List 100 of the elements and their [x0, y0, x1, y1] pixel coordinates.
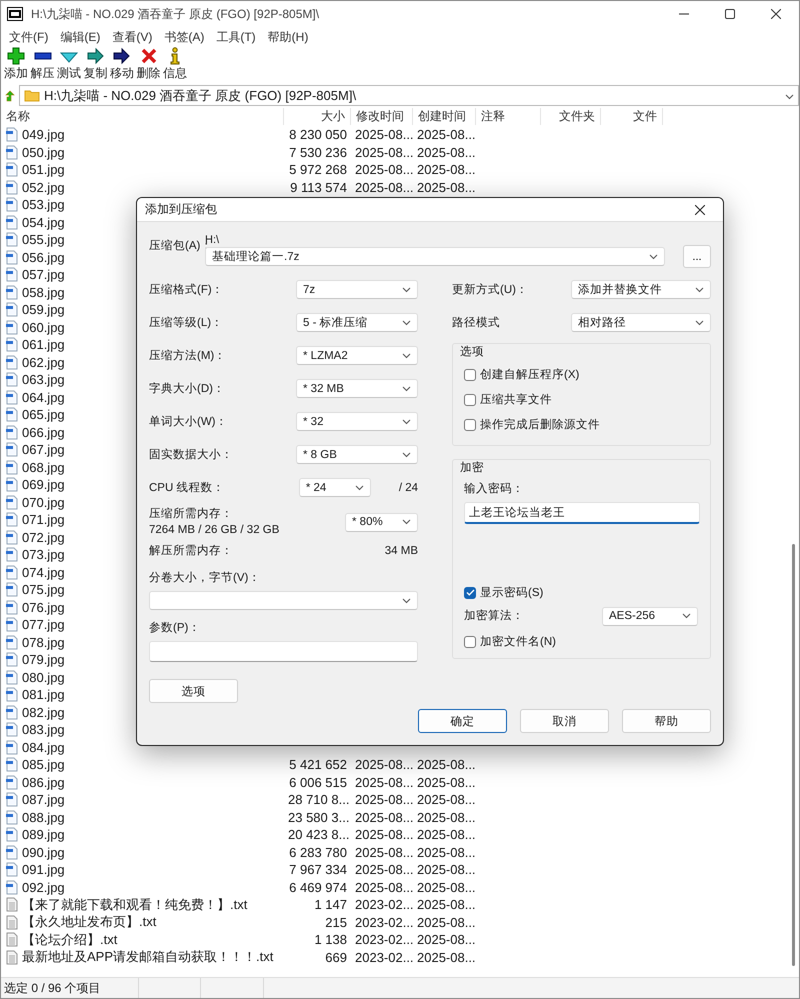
checkbox[interactable] [464, 418, 476, 430]
modified-time: 2025-08... [355, 774, 414, 790]
field-label: 字典大小(D)： [149, 381, 225, 396]
file-name: 092.jpg [22, 880, 65, 895]
checkbox-label: 显示密码(S) [480, 585, 544, 600]
created-time: 2025-08... [417, 880, 476, 895]
image-file-icon [5, 774, 19, 790]
toolbar-button[interactable]: 信息 [162, 47, 188, 82]
dropdown[interactable]: AES-256 [602, 606, 698, 626]
checkbox[interactable] [464, 368, 476, 380]
thread-max: / 24 [398, 480, 418, 496]
created-time: 2025-08... [417, 774, 476, 790]
checkbox-label: 创建自解压程序(X) [480, 367, 580, 382]
image-file-icon [5, 862, 19, 878]
image-file-icon [5, 634, 19, 650]
modified-time: 2025-08... [355, 757, 414, 772]
maximize-icon [725, 9, 735, 19]
menu-item[interactable]: 编辑(E) [54, 28, 106, 46]
arrow-icon [86, 47, 104, 65]
file-name: 081.jpg [22, 687, 65, 702]
modified-time: 2025-08... [355, 810, 414, 825]
menu-item[interactable]: 文件(F) [3, 28, 54, 46]
file-name: 082.jpg [22, 704, 65, 720]
column-header[interactable]: 文件夹 [541, 108, 601, 125]
field-label: 单词大小(W)： [149, 414, 228, 430]
dropdown[interactable]: * 8 GB [296, 445, 418, 464]
toolbar-button[interactable]: 删除 [136, 47, 162, 82]
toolbar-button[interactable]: 测试 [56, 47, 82, 82]
menu-item[interactable]: 书签(A) [158, 28, 210, 46]
dialog-button[interactable]: 确定 [418, 709, 507, 733]
file-name: 085.jpg [22, 757, 65, 772]
dropdown[interactable]: * 24 [298, 478, 371, 497]
file-size: 669 [325, 950, 347, 965]
file-name: 【来了就能下载和观看！纯免费！】.txt [22, 896, 248, 914]
file-name: 074.jpg [22, 564, 65, 580]
file-name: 090.jpg [22, 844, 65, 860]
scrollbar-thumb[interactable] [792, 544, 795, 966]
chevron-icon [785, 94, 794, 100]
file-size: 1 138 [314, 932, 347, 948]
dropdown[interactable]: * 80% [345, 512, 418, 532]
browse-button[interactable]: ... [683, 245, 711, 268]
file-size: 23 580 3... [288, 810, 350, 825]
toolbar-button[interactable]: 解压 [30, 47, 56, 82]
modified-time: 2023-02... [355, 950, 414, 965]
image-file-icon [5, 757, 19, 772]
checkbox[interactable] [464, 394, 476, 406]
file-size: 6 469 974 [289, 880, 347, 895]
dropdown[interactable]: * 32 MB [296, 379, 418, 398]
dropdown[interactable]: 基础理论篇一.7z [205, 247, 665, 266]
text-file-icon [5, 932, 19, 948]
column-header[interactable]: 名称 [1, 108, 284, 125]
dropdown[interactable]: 5 - 标准压缩 [296, 313, 418, 332]
field-label: CPU 线程数： [149, 480, 224, 496]
modified-time: 2025-08... [355, 862, 414, 878]
dialog-button[interactable]: 取消 [520, 709, 609, 733]
column-header[interactable]: 创建时间 [413, 108, 476, 125]
file-name: 088.jpg [22, 810, 65, 825]
file-name: 083.jpg [22, 722, 65, 738]
checkbox-label: 操作完成后删除源文件 [480, 417, 600, 432]
params-field[interactable] [149, 641, 418, 662]
text-file-icon [5, 914, 19, 930]
file-name: 054.jpg [22, 214, 65, 230]
image-file-icon [5, 390, 19, 405]
checkbox[interactable] [464, 586, 476, 598]
column-header[interactable]: 大小 [284, 108, 351, 125]
dropdown[interactable]: * LZMA2 [296, 346, 418, 365]
password-field[interactable]: 上老王论坛当老王 [464, 502, 700, 524]
dropdown[interactable]: 添加并替换文件 [571, 280, 711, 299]
image-file-icon [5, 530, 19, 545]
column-header[interactable]: 注释 [476, 108, 541, 125]
created-time: 2025-08... [417, 914, 476, 930]
image-file-icon [5, 232, 19, 248]
image-file-icon [5, 722, 19, 738]
menu-item[interactable]: 帮助(H) [262, 28, 314, 46]
chevron-icon [402, 386, 411, 392]
image-file-icon [5, 197, 19, 212]
menu-item[interactable]: 工具(T) [210, 28, 262, 46]
dropdown[interactable]: * 32 [296, 412, 418, 431]
dropdown[interactable]: 7z [296, 280, 418, 299]
file-name: 066.jpg [22, 424, 65, 440]
created-time: 2025-08... [417, 950, 476, 965]
checkbox-label: 加密文件名(N) [480, 634, 556, 650]
toolbar-button[interactable]: 添加 [3, 47, 29, 82]
modified-time: 2025-08... [355, 144, 414, 160]
toolbar-button[interactable]: 移动 [109, 47, 135, 82]
dropdown[interactable]: 相对路径 [571, 313, 711, 332]
checkbox[interactable] [464, 636, 476, 648]
column-header[interactable]: 修改时间 [351, 108, 413, 125]
field-label: 解压所需内存： [149, 544, 233, 559]
chevron-icon [402, 452, 411, 458]
menu-item[interactable]: 查看(V) [106, 28, 158, 46]
file-name: 087.jpg [22, 792, 65, 808]
column-header[interactable]: 文件 [601, 108, 663, 125]
address-field[interactable]: H:\九柒喵 - NO.029 酒吞童子 原皮 (FGO) [92P-805M]\ [19, 85, 799, 106]
toolbar-button[interactable]: 复制 [82, 47, 108, 82]
created-time: 2025-08... [417, 162, 476, 178]
dialog-button[interactable]: 帮助 [622, 709, 711, 733]
created-time: 2025-08... [417, 844, 476, 860]
options-button[interactable]: 选项 [149, 679, 238, 703]
field-label: 参数(P)： [149, 620, 202, 636]
